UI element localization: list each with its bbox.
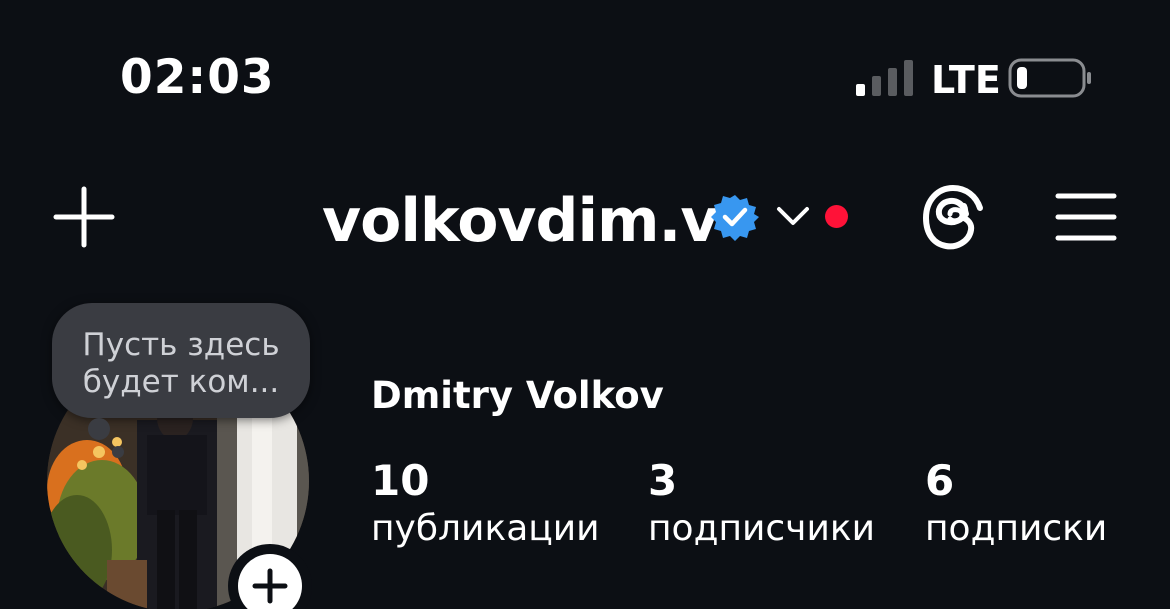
battery-icon	[1008, 58, 1091, 98]
note-text: Пусть здесь будет ком...	[82, 327, 280, 400]
note-bubble-tail-small	[112, 446, 124, 458]
stat-followers-count: 3	[648, 456, 678, 505]
username-title[interactable]: volkovdim.v	[322, 186, 719, 256]
network-type: LTE	[931, 58, 1001, 102]
threads-icon[interactable]	[920, 184, 986, 252]
stat-posts-label: публикации	[371, 508, 600, 549]
stat-posts-count: 10	[371, 456, 430, 505]
add-story-button[interactable]	[228, 544, 312, 609]
create-plus-icon[interactable]	[52, 185, 116, 249]
stat-followers[interactable]: 3 подписчики	[648, 458, 875, 554]
note-bubble[interactable]: Пусть здесь будет ком...	[52, 303, 310, 418]
stat-followers-label: подписчики	[648, 508, 875, 549]
stat-following-count: 6	[925, 456, 955, 505]
chevron-down-icon[interactable]	[776, 204, 810, 228]
menu-icon[interactable]	[1055, 192, 1117, 242]
verified-badge-icon	[711, 195, 759, 241]
stat-following-label: подписки	[925, 508, 1108, 549]
stat-posts[interactable]: 10 публикации	[371, 458, 600, 554]
stat-following[interactable]: 6 подписки	[925, 458, 1107, 554]
signal-icon	[856, 60, 913, 96]
full-name: Dmitry Volkov	[371, 374, 664, 417]
note-bubble-tail	[88, 418, 110, 440]
plus-icon	[252, 568, 288, 604]
profile-screen: 02:03 LTE volkovdim.v Пусть здесь будет …	[0, 0, 1170, 609]
status-time: 02:03	[120, 50, 275, 105]
notification-dot	[825, 205, 848, 228]
